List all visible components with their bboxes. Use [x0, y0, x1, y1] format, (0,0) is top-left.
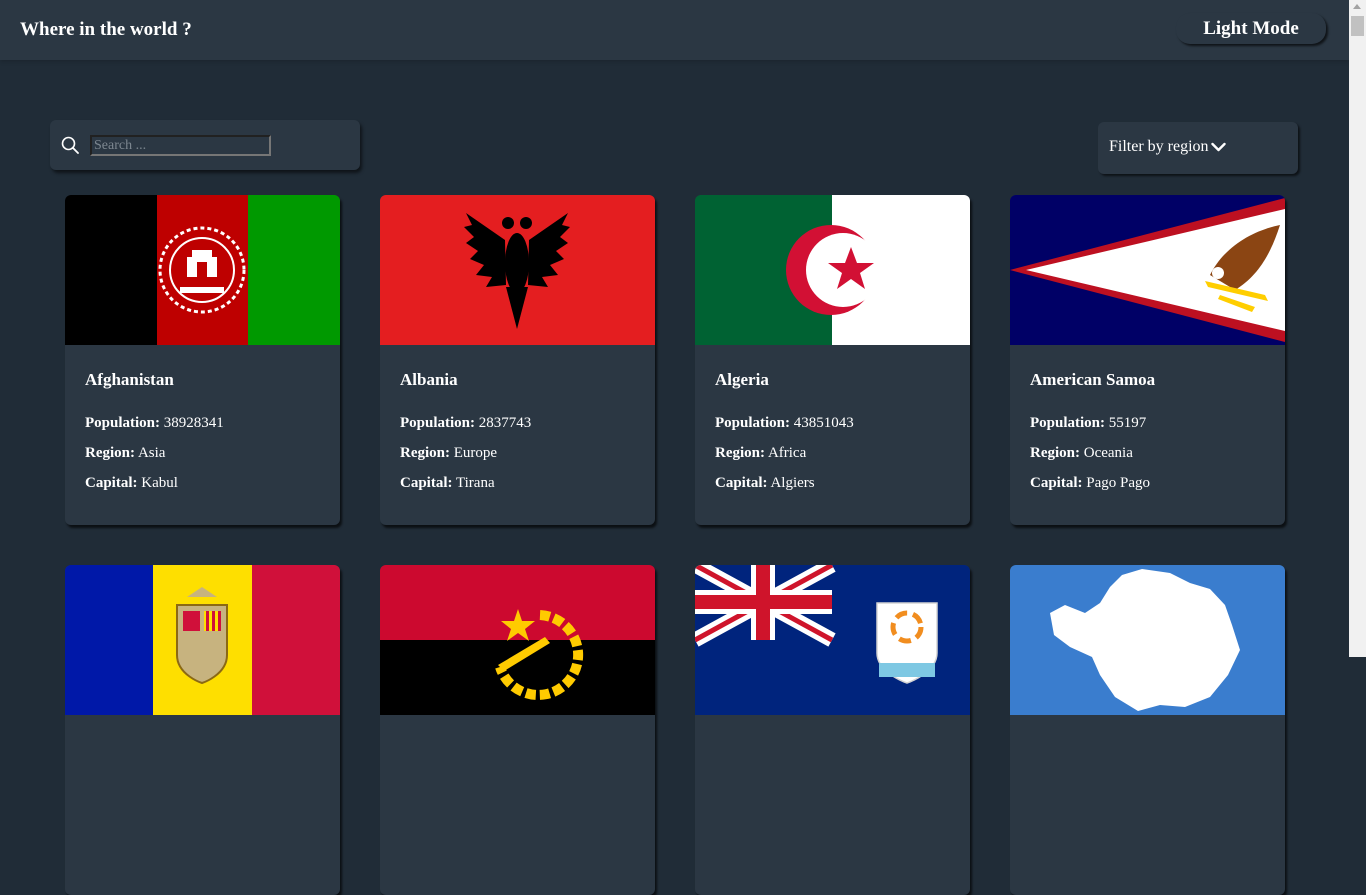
capital-field: Capital: Pago Pago [1030, 475, 1150, 491]
population-field: Population: 55197 [1030, 415, 1147, 431]
anguilla-flag [695, 565, 970, 715]
region-value: Europe [453, 445, 498, 461]
population-field: Population: 38928341 [85, 415, 224, 431]
country-card-american-samoa[interactable]: American Samoa Population: 55197 Region:… [1010, 195, 1285, 525]
capital-value: Algiers [770, 475, 815, 491]
antarctica-flag [1010, 565, 1285, 715]
population-field: Population: 2837743 [400, 415, 532, 431]
country-card-andorra[interactable] [65, 565, 340, 895]
afghanistan-flag [65, 195, 340, 345]
country-card-algeria[interactable]: Algeria Population: 43851043 Region: Afr… [695, 195, 970, 525]
region-field: Region: Europe [400, 445, 498, 461]
search-box [50, 120, 360, 170]
andorra-flag [65, 565, 340, 715]
capital-field: Capital: Kabul [85, 475, 178, 491]
search-icon [61, 136, 79, 154]
population-value: 55197 [1108, 415, 1147, 431]
country-card-angola[interactable] [380, 565, 655, 895]
vertical-scrollbar[interactable] [1349, 0, 1366, 657]
region-field: Region: Oceania [1030, 445, 1133, 461]
country-name: Albania [400, 370, 458, 389]
capital-value: Kabul [141, 475, 178, 491]
population-field: Population: 43851043 [715, 415, 854, 431]
country-name: Afghanistan [85, 370, 174, 389]
top-bar: Where in the world ? Light Mode [0, 0, 1349, 60]
search-input[interactable] [90, 135, 271, 156]
population-value: 43851043 [793, 415, 854, 431]
capital-field: Capital: Tirana [400, 475, 495, 491]
region-value: Oceania [1083, 445, 1133, 461]
region-filter-dropdown[interactable]: Filter by region [1098, 122, 1298, 174]
country-name: American Samoa [1030, 370, 1156, 389]
capital-field: Capital: Algiers [715, 475, 815, 491]
capital-value: Tirana [455, 475, 495, 491]
population-value: 2837743 [478, 415, 532, 431]
country-card-albania[interactable]: Albania Population: 2837743 Region: Euro… [380, 195, 655, 525]
chevron-down-icon [1211, 142, 1226, 152]
scrollbar-thumb[interactable] [1351, 16, 1364, 36]
app-title: Where in the world ? [20, 19, 192, 40]
country-name: Algeria [715, 370, 769, 389]
algeria-flag [695, 195, 970, 345]
american-samoa-flag [1010, 195, 1285, 345]
filter-label: Filter by region [1109, 138, 1209, 155]
capital-value: Pago Pago [1086, 475, 1150, 491]
albania-flag [380, 195, 655, 345]
region-field: Region: Asia [85, 445, 166, 461]
region-value: Africa [767, 445, 807, 461]
country-card-anguilla[interactable] [695, 565, 970, 895]
region-field: Region: Africa [715, 445, 807, 461]
country-card-afghanistan[interactable]: Afghanistan Population: 38928341 Region:… [65, 195, 340, 525]
light-mode-toggle-button[interactable]: Light Mode [1176, 13, 1326, 44]
region-value: Asia [137, 445, 166, 461]
population-value: 38928341 [163, 415, 224, 431]
country-card-antarctica[interactable] [1010, 565, 1285, 895]
angola-flag [380, 565, 655, 715]
scroll-up-arrow-icon[interactable] [1353, 4, 1361, 9]
